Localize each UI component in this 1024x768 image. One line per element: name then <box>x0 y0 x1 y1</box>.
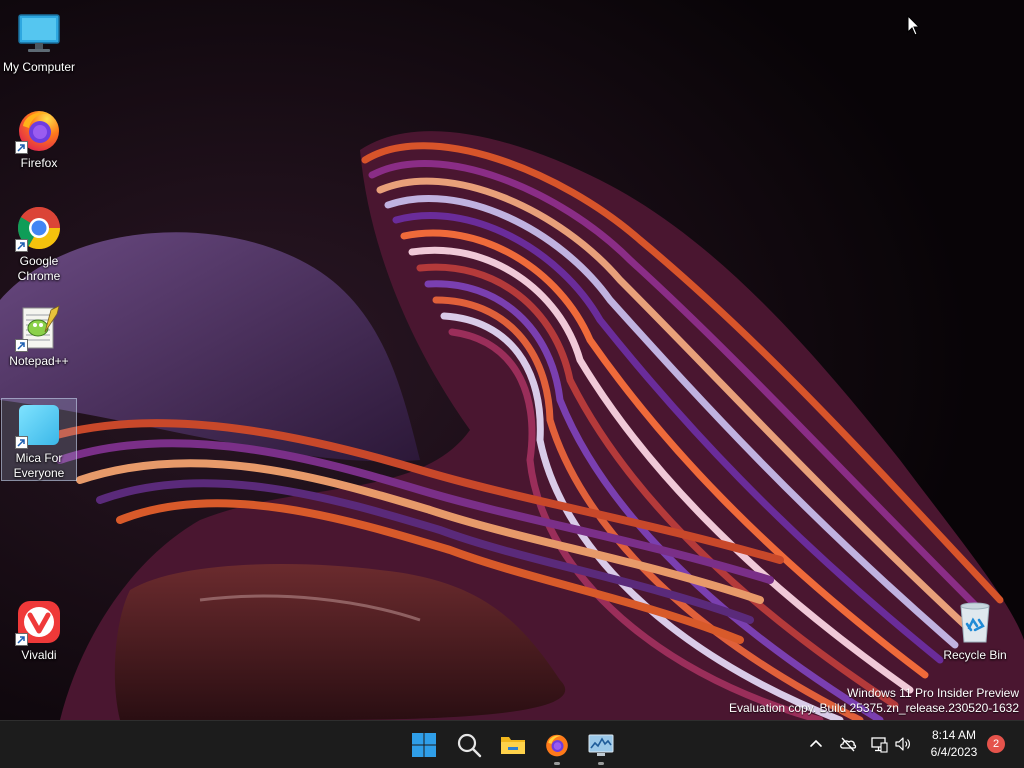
running-indicator <box>554 762 560 765</box>
shortcut-arrow-icon <box>15 633 28 646</box>
shortcut-arrow-icon <box>15 436 28 449</box>
search-icon <box>457 733 482 758</box>
search-button[interactable] <box>449 725 489 765</box>
resource-monitor-button[interactable] <box>581 725 621 765</box>
shortcut-arrow-icon <box>15 239 28 252</box>
notification-badge[interactable]: 2 <box>987 735 1005 753</box>
desktop-icon-chrome[interactable]: Google Chrome <box>1 202 77 284</box>
monitor-icon <box>15 10 63 58</box>
tray-clock[interactable]: 8:14 AM 6/4/2023 <box>920 727 988 761</box>
firefox-icon <box>15 106 63 154</box>
monitor-chart-icon <box>588 734 614 756</box>
volume-icon <box>895 737 910 751</box>
wallpaper <box>0 0 1024 720</box>
desktop-icon-mica-for-everyone[interactable]: Mica For Everyone <box>1 398 77 481</box>
recycle-bin-icon <box>951 598 999 646</box>
tray-overflow-button[interactable] <box>805 733 827 755</box>
desktop-icon-label: Firefox <box>20 156 58 170</box>
tray-volume-button[interactable] <box>892 733 914 755</box>
desktop-icon-label: Mica For Everyone <box>13 451 65 480</box>
notepadpp-icon <box>15 304 63 352</box>
mica-icon <box>15 401 63 449</box>
file-explorer-button[interactable] <box>493 725 533 765</box>
chrome-icon <box>15 204 63 252</box>
clock-date: 6/4/2023 <box>930 745 978 759</box>
folder-icon <box>501 737 525 754</box>
desktop-icon-label: My Computer <box>2 60 76 74</box>
watermark-edition: Windows 11 Pro Insider Preview <box>847 686 1019 700</box>
desktop-icon-notepadpp[interactable]: Notepad++ <box>1 302 77 369</box>
vivaldi-icon <box>15 598 63 646</box>
watermark-build: Evaluation copy. Build 25375.zn_release.… <box>729 701 1019 715</box>
desktop-icon-vivaldi[interactable]: Vivaldi <box>1 596 77 663</box>
taskbar-firefox-button[interactable] <box>537 725 577 765</box>
shortcut-arrow-icon <box>15 339 28 352</box>
desktop-icon-label: Recycle Bin <box>943 648 1007 662</box>
network-icon <box>871 737 888 753</box>
running-indicator <box>598 762 604 765</box>
tray-network-button[interactable] <box>868 733 890 755</box>
taskbar: 8:14 AM 6/4/2023 2 <box>0 720 1024 768</box>
clock-time: 8:14 AM <box>931 728 977 742</box>
windows-start-icon <box>412 733 436 757</box>
desktop[interactable]: My Computer Firefox Google Chrome Notepa… <box>0 0 1024 720</box>
tray-onedrive-button[interactable] <box>837 733 859 755</box>
chevron-up-icon <box>810 739 822 747</box>
desktop-icon-firefox[interactable]: Firefox <box>1 104 77 171</box>
cloud-off-icon <box>840 737 857 752</box>
desktop-icon-label: Notepad++ <box>9 354 69 368</box>
mouse-pointer-icon <box>907 15 921 36</box>
desktop-icon-recycle-bin[interactable]: Recycle Bin <box>937 596 1013 663</box>
shortcut-arrow-icon <box>15 141 28 154</box>
desktop-icon-label: Google Chrome <box>17 254 61 283</box>
os-watermark: Windows 11 Pro Insider Preview Evaluatio… <box>729 686 1019 716</box>
firefox-icon <box>546 734 568 757</box>
desktop-icon-label: Vivaldi <box>21 648 57 662</box>
desktop-icon-my-computer[interactable]: My Computer <box>1 8 77 75</box>
start-button[interactable] <box>404 725 444 765</box>
